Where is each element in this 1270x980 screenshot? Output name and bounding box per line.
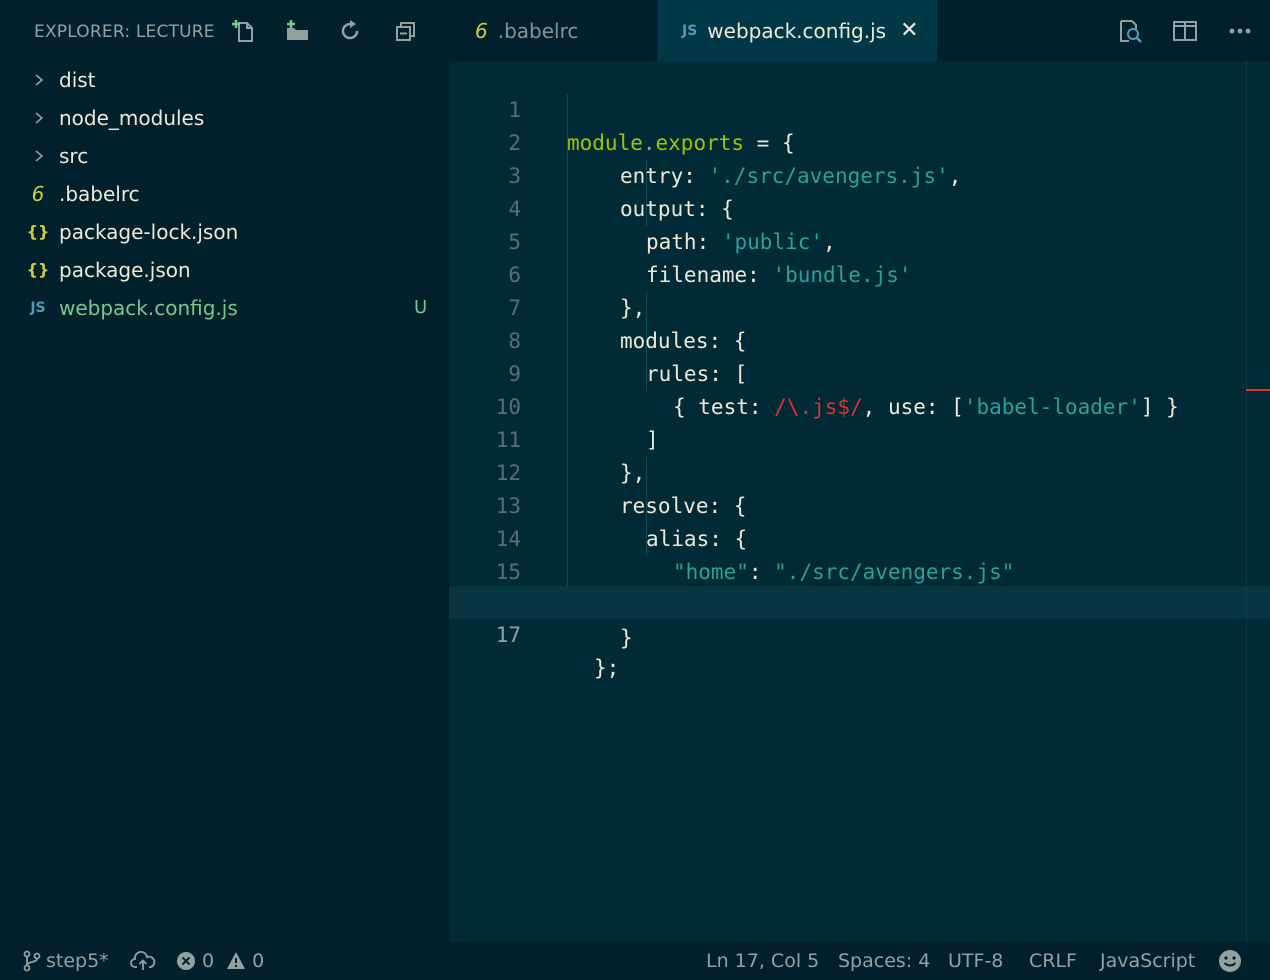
editor-tab-bar: 6 .babelrc JS webpack.config.js ✕ bbox=[449, 0, 1270, 61]
code-line: 15 } bbox=[449, 523, 1270, 617]
code-line: 2 entry: './src/avengers.js', bbox=[449, 94, 1270, 188]
encoding-setting[interactable]: UTF-8 bbox=[948, 942, 1003, 980]
line-number: 17 bbox=[495, 623, 521, 647]
error-count: 0 bbox=[202, 950, 215, 972]
untracked-badge: U bbox=[414, 297, 428, 318]
chevron-right-icon bbox=[34, 137, 46, 175]
error-icon bbox=[177, 952, 195, 970]
git-branch-icon bbox=[23, 950, 41, 972]
tree-item-babelrc[interactable]: 6 .babelrc bbox=[0, 175, 449, 213]
tree-item-dist[interactable]: dist bbox=[0, 61, 449, 99]
scrollbar-error-marker bbox=[1246, 389, 1270, 391]
tree-item-label: package.json bbox=[59, 258, 191, 282]
code-line: 13 alias: { bbox=[449, 457, 1270, 551]
tab-label: webpack.config.js bbox=[707, 18, 887, 43]
tree-item-label: src bbox=[59, 144, 89, 168]
tree-item-package-json[interactable]: {} package.json bbox=[0, 251, 449, 289]
tree-item-label: package-lock.json bbox=[59, 220, 239, 244]
code-line: 6 }, bbox=[449, 226, 1270, 320]
close-icon[interactable]: ✕ bbox=[900, 18, 918, 43]
code-line: 11 }, bbox=[449, 391, 1270, 485]
code-line: 7 modules: { bbox=[449, 259, 1270, 353]
code-editor[interactable]: 1 module.exports = { 2 entry: './src/ave… bbox=[449, 61, 1270, 942]
tree-item-label: dist bbox=[59, 68, 96, 92]
eol-setting[interactable]: CRLF bbox=[1029, 942, 1077, 980]
babel-file-icon: 6 bbox=[475, 18, 488, 43]
tree-item-package-lock-json[interactable]: {} package-lock.json bbox=[0, 213, 449, 251]
feedback-button[interactable] bbox=[1218, 942, 1242, 980]
indentation-setting[interactable]: Spaces: 4 bbox=[838, 942, 930, 980]
tab-label: .babelrc bbox=[497, 18, 579, 43]
json-file-icon: {} bbox=[26, 260, 50, 279]
javascript-file-icon: JS bbox=[30, 300, 46, 316]
open-preview-icon[interactable] bbox=[1114, 16, 1146, 46]
chevron-right-icon bbox=[34, 61, 46, 99]
explorer-title: EXPLORER: LECTURE bbox=[34, 22, 215, 42]
chevron-right-icon bbox=[34, 99, 46, 137]
vertical-scrollbar[interactable] bbox=[1246, 61, 1247, 942]
code-line: 14 "home": "./src/avengers.js" bbox=[449, 490, 1270, 584]
code-line: 5 filename: 'bundle.js' bbox=[449, 193, 1270, 287]
code-line: 1 module.exports = { bbox=[449, 61, 1270, 155]
code-line: 4 path: 'public', bbox=[449, 160, 1270, 254]
branch-name: step5* bbox=[46, 950, 109, 972]
smiley-icon bbox=[1219, 950, 1241, 972]
collapse-all-icon[interactable] bbox=[391, 16, 421, 46]
code-text: }; bbox=[594, 656, 620, 680]
tab-babelrc[interactable]: 6 .babelrc bbox=[449, 0, 658, 61]
tree-item-label: .babelrc bbox=[59, 182, 140, 206]
refresh-icon[interactable] bbox=[335, 16, 365, 46]
warning-count: 0 bbox=[252, 950, 265, 972]
code-line: 8 rules: [ bbox=[449, 292, 1270, 386]
tree-item-src[interactable]: src bbox=[0, 137, 449, 175]
tree-item-label: node_modules bbox=[59, 106, 205, 130]
split-editor-icon[interactable] bbox=[1169, 16, 1201, 46]
cursor-position[interactable]: Ln 17, Col 5 bbox=[706, 942, 819, 980]
code-line: 9 { test: /\.js$/, use: ['babel-loader']… bbox=[449, 325, 1270, 419]
branch-indicator[interactable]: step5* bbox=[22, 942, 109, 980]
json-file-icon: {} bbox=[26, 222, 50, 241]
code-line: 10 ] bbox=[449, 358, 1270, 452]
tab-webpack-config[interactable]: JS webpack.config.js ✕ bbox=[658, 0, 937, 61]
explorer-sidebar: EXPLORER: LECTURE dist node_modules src … bbox=[0, 0, 449, 942]
code-text: } bbox=[620, 626, 633, 650]
code-line-current: 17 }; bbox=[449, 586, 1270, 680]
new-folder-icon[interactable] bbox=[282, 16, 312, 46]
warning-icon bbox=[227, 952, 246, 969]
file-tree: dist node_modules src 6 .babelrc {} pack… bbox=[0, 61, 449, 327]
cloud-upload-icon bbox=[130, 951, 156, 970]
code-line: 3 output: { bbox=[449, 127, 1270, 221]
language-mode[interactable]: JavaScript bbox=[1100, 942, 1195, 980]
new-file-icon[interactable] bbox=[228, 16, 258, 46]
sync-button[interactable] bbox=[130, 942, 156, 980]
code-line: 12 resolve: { bbox=[449, 424, 1270, 518]
javascript-file-icon: JS bbox=[682, 22, 698, 39]
explorer-header: EXPLORER: LECTURE bbox=[0, 0, 449, 62]
tree-item-webpack-config[interactable]: JS webpack.config.js U bbox=[0, 289, 449, 327]
code-line: 16 } bbox=[449, 556, 1270, 650]
babel-file-icon: 6 bbox=[31, 182, 45, 206]
status-bar: step5* 0 0 Ln 17, Col 5 Spaces: 4 UTF-8 … bbox=[0, 942, 1270, 980]
tree-item-node-modules[interactable]: node_modules bbox=[0, 99, 449, 137]
problems-indicator[interactable]: 0 0 bbox=[176, 942, 264, 980]
more-actions-icon[interactable] bbox=[1224, 16, 1256, 46]
tree-item-label: webpack.config.js bbox=[59, 296, 238, 320]
